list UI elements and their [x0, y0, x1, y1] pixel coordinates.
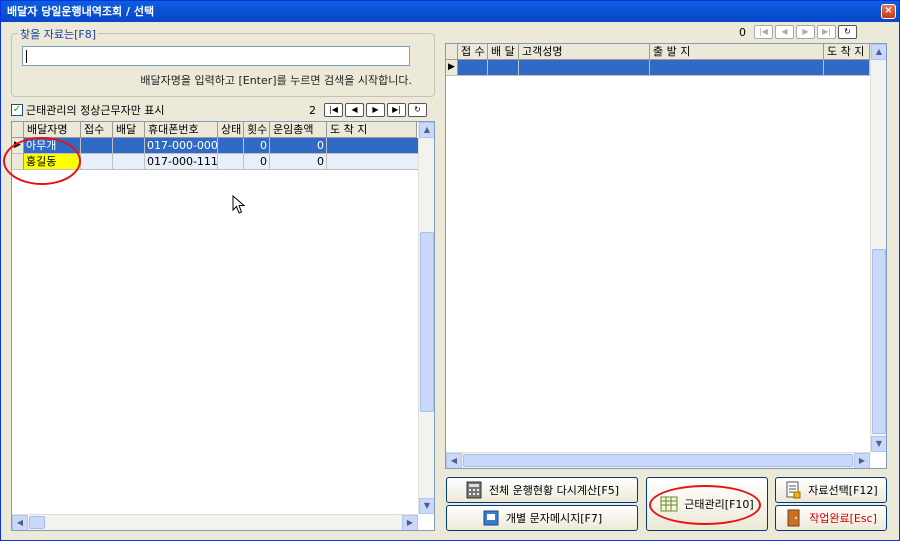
- window-title: 배달자 당일운행내역조회 / 선택: [7, 5, 155, 18]
- refresh-icon[interactable]: ↻: [838, 25, 857, 39]
- col-origin[interactable]: 출 발 지: [650, 44, 824, 60]
- door-icon: [787, 509, 800, 527]
- search-legend: 찾을 자료는[F8]: [18, 26, 99, 42]
- last-record-button[interactable]: ▶|: [387, 103, 406, 117]
- scroll-up-icon[interactable]: ▲: [871, 44, 886, 60]
- first-record-button[interactable]: |◀: [754, 25, 773, 39]
- recalc-button[interactable]: 전체 운행현황 다시계산[F5]: [446, 477, 638, 503]
- scroll-down-icon[interactable]: ▼: [871, 436, 886, 452]
- filter-checkbox[interactable]: ✓: [11, 104, 23, 116]
- row-indicator-header: [446, 44, 458, 60]
- trip-grid: 접 수 배 달 고객성명 출 발 지 도 착 지 ▶ ▲ ▼ ◀ ▶: [445, 43, 887, 469]
- cell-origin[interactable]: [650, 60, 824, 76]
- cell-received[interactable]: [458, 60, 488, 76]
- done-label: 작업완료[Esc]: [809, 512, 877, 525]
- left-navigator: 2 |◀ ◀ ▶ ▶| ↻: [309, 103, 427, 117]
- search-hint: 배달자명을 입력하고 [Enter]를 누르면 검색을 시작합니다.: [140, 74, 412, 87]
- close-button[interactable]: ×: [881, 4, 896, 19]
- scroll-left-icon[interactable]: ◀: [446, 453, 462, 468]
- scroll-down-icon[interactable]: ▼: [419, 498, 434, 514]
- cell-received[interactable]: [81, 138, 113, 154]
- search-input[interactable]: [22, 46, 410, 66]
- scroll-right-icon[interactable]: ▶: [854, 453, 870, 468]
- cell-delivered[interactable]: [113, 154, 145, 170]
- mouse-cursor-icon: [232, 195, 246, 214]
- normal-workers-filter[interactable]: ✓ 근태관리의 정상근무자만 표시: [11, 103, 165, 117]
- right-record-count: 0: [739, 25, 746, 39]
- driver-grid-header: 배달자명 접수 배달 휴대폰번호 상태 횟수 운임총액 도 착 지: [12, 122, 417, 138]
- col-fare-total[interactable]: 운임총액: [270, 122, 327, 138]
- search-group: 찾을 자료는[F8] 배달자명을 입력하고 [Enter]를 누르면 검색을 시…: [11, 26, 435, 97]
- cell-status[interactable]: [218, 154, 244, 170]
- select-label: 자료선택[F12]: [808, 484, 878, 497]
- col-delivered[interactable]: 배달: [113, 122, 145, 138]
- first-record-button[interactable]: |◀: [324, 103, 343, 117]
- driver-grid: 배달자명 접수 배달 휴대폰번호 상태 횟수 운임총액 도 착 지 ▶ 아무개 …: [11, 121, 435, 531]
- done-button[interactable]: 작업완료[Esc]: [775, 505, 887, 531]
- col-phone[interactable]: 휴대폰번호: [145, 122, 218, 138]
- cell-fare-total[interactable]: 0: [270, 154, 327, 170]
- cell-destination[interactable]: [824, 60, 870, 76]
- scroll-up-icon[interactable]: ▲: [419, 122, 434, 138]
- main-window: 배달자 당일운행내역조회 / 선택 × 찾을 자료는[F8] 배달자명을 입력하…: [0, 0, 900, 541]
- trip-grid-vscrollbar[interactable]: ▲ ▼: [870, 44, 886, 452]
- row-indicator-header: [12, 122, 24, 138]
- col-status[interactable]: 상태: [218, 122, 244, 138]
- col-delivered[interactable]: 배 달: [488, 44, 519, 60]
- next-record-button[interactable]: ▶: [366, 103, 385, 117]
- calculator-icon: [466, 481, 482, 499]
- table-row[interactable]: ▶: [446, 60, 870, 76]
- recalc-label: 전체 운행현황 다시계산[F5]: [488, 484, 620, 497]
- message-label: 개별 문자메시지[F7]: [505, 512, 603, 525]
- left-record-count: 2: [309, 103, 316, 117]
- driver-grid-hscrollbar[interactable]: ◀ ▶: [12, 514, 418, 530]
- document-icon: [786, 481, 801, 499]
- cell-delivered[interactable]: [488, 60, 519, 76]
- driver-grid-vscrollbar[interactable]: ▲ ▼: [418, 122, 434, 514]
- cell-count[interactable]: 0: [244, 138, 270, 154]
- cell-destination[interactable]: [327, 154, 419, 170]
- scroll-thumb[interactable]: [872, 249, 886, 434]
- prev-record-button[interactable]: ◀: [345, 103, 364, 117]
- filter-label: 근태관리의 정상근무자만 표시: [26, 104, 165, 117]
- hscroll-thumb[interactable]: [29, 516, 45, 529]
- hscroll-thumb[interactable]: [463, 454, 853, 467]
- trip-grid-hscrollbar[interactable]: ◀ ▶: [446, 452, 870, 468]
- scroll-thumb[interactable]: [420, 232, 434, 412]
- message-icon: [483, 510, 499, 526]
- row-indicator: ▶: [446, 60, 458, 76]
- cell-count[interactable]: 0: [244, 154, 270, 170]
- prev-record-button[interactable]: ◀: [775, 25, 794, 39]
- cell-phone[interactable]: 017-000-1111: [145, 154, 218, 170]
- cell-received[interactable]: [81, 154, 113, 170]
- cell-status[interactable]: [218, 138, 244, 154]
- col-received[interactable]: 접수: [81, 122, 113, 138]
- col-driver-name[interactable]: 배달자명: [24, 122, 81, 138]
- annotation-circle-attendance: [649, 485, 761, 525]
- scroll-left-icon[interactable]: ◀: [12, 515, 28, 530]
- cell-delivered[interactable]: [113, 138, 145, 154]
- refresh-icon[interactable]: ↻: [408, 103, 427, 117]
- cell-fare-total[interactable]: 0: [270, 138, 327, 154]
- col-destination[interactable]: 도 착 지: [327, 122, 417, 138]
- title-bar: 배달자 당일운행내역조회 / 선택 ×: [1, 1, 899, 22]
- right-navigator: 0 |◀ ◀ ▶ ▶| ↻: [739, 25, 857, 39]
- cell-customer-name[interactable]: [519, 60, 650, 76]
- trip-grid-header: 접 수 배 달 고객성명 출 발 지 도 착 지: [446, 44, 870, 60]
- message-button[interactable]: 개별 문자메시지[F7]: [446, 505, 638, 531]
- col-count[interactable]: 횟수: [244, 122, 270, 138]
- cell-phone[interactable]: 017-000-0000: [145, 138, 218, 154]
- col-customer-name[interactable]: 고객성명: [519, 44, 650, 60]
- col-destination[interactable]: 도 착 지: [824, 44, 870, 60]
- col-received[interactable]: 접 수: [458, 44, 488, 60]
- annotation-circle-drivers: [3, 137, 81, 185]
- cell-destination[interactable]: [327, 138, 419, 154]
- scroll-right-icon[interactable]: ▶: [402, 515, 418, 530]
- select-button[interactable]: 자료선택[F12]: [775, 477, 887, 503]
- next-record-button[interactable]: ▶: [796, 25, 815, 39]
- last-record-button[interactable]: ▶|: [817, 25, 836, 39]
